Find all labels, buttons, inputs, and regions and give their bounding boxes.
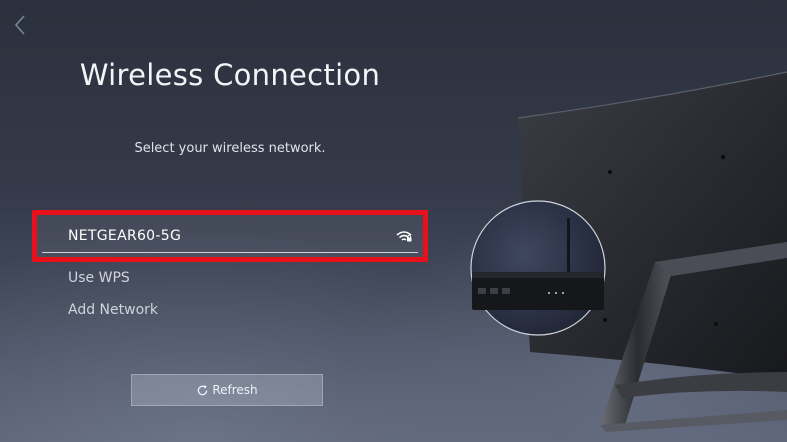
back-chevron-icon[interactable] — [14, 14, 26, 36]
refresh-button[interactable]: Refresh — [131, 374, 323, 406]
tv-router-illustration — [470, 71, 787, 432]
network-item-add-network[interactable]: Add Network — [32, 294, 432, 326]
wifi-secured-icon — [396, 231, 412, 242]
page-title: Wireless Connection — [79, 58, 381, 92]
network-item-row[interactable]: NETGEAR60-5G — [42, 219, 418, 253]
network-list: NETGEAR60-5G Use WPS Add Network — [32, 210, 432, 326]
page-subtitle: Select your wireless network. — [134, 141, 326, 156]
refresh-label: Refresh — [212, 383, 258, 397]
network-item-use-wps[interactable]: Use WPS — [32, 262, 432, 294]
network-item-selected[interactable]: NETGEAR60-5G — [32, 210, 428, 262]
network-name: NETGEAR60-5G — [68, 227, 182, 244]
refresh-icon — [198, 384, 208, 395]
